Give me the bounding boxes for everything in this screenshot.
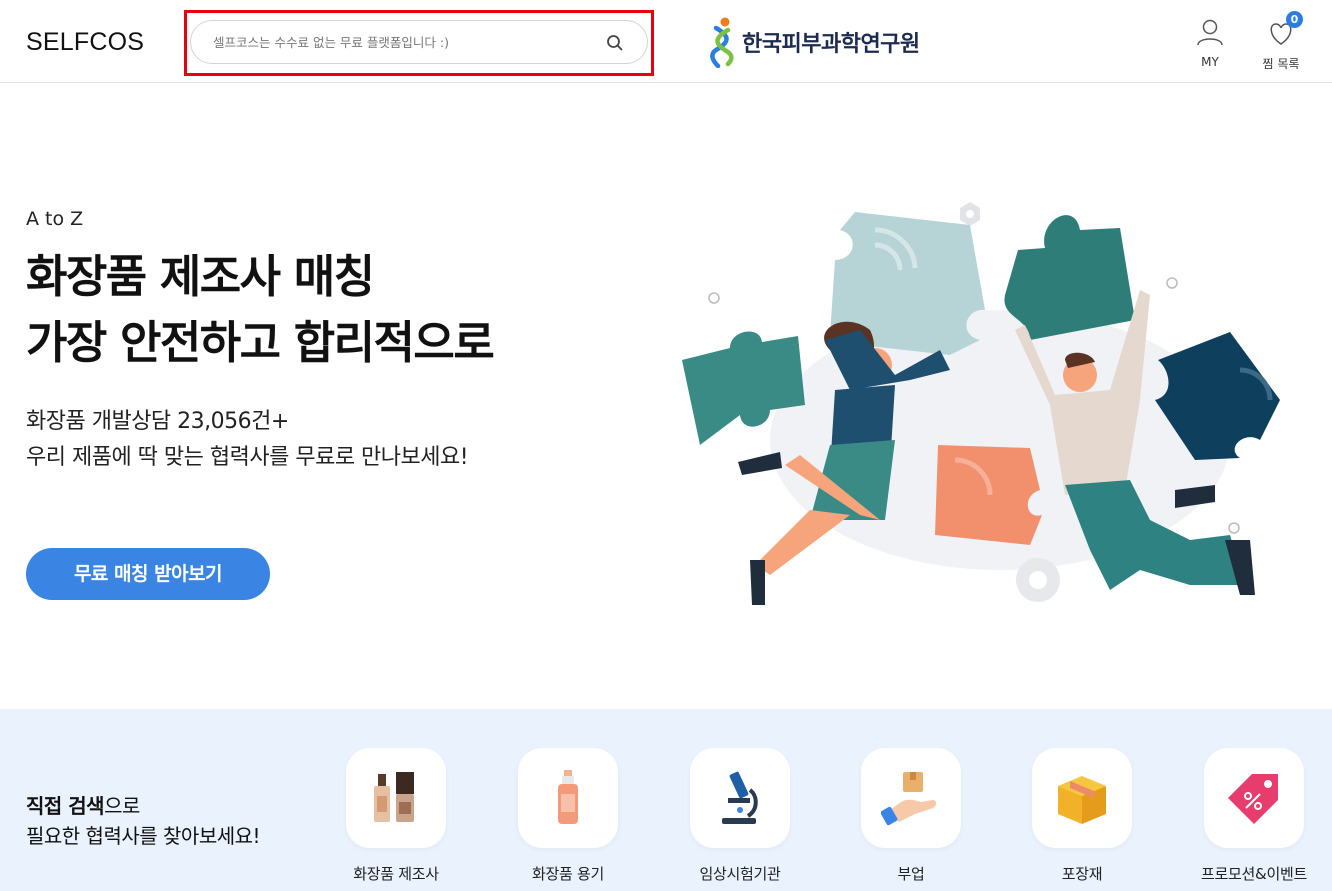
site-logo[interactable]: SELFCOS: [26, 28, 144, 57]
hand-box-icon: [881, 772, 936, 826]
category-label: 부업: [897, 865, 925, 883]
hero-subtext-line2: 우리 제품에 딱 맞는 협력사를 무료로 만나보세요!: [26, 445, 469, 470]
category-section-title: 직접 검색으로 필요한 협력사를 찾아보세요!: [26, 791, 261, 851]
category-card[interactable]: [346, 748, 446, 848]
dna-helix-icon: [710, 17, 734, 68]
category-card[interactable]: [861, 748, 961, 848]
partner-name: 한국피부과학연구원: [742, 32, 920, 57]
hero-eyebrow: A to Z: [26, 208, 84, 230]
category-container[interactable]: 화장품 용기: [508, 748, 628, 888]
pump-bottle-icon: [558, 770, 578, 824]
hero-headline-line1: 화장품 제조사 매칭: [26, 250, 375, 303]
category-card[interactable]: [1204, 748, 1304, 848]
category-card[interactable]: [518, 748, 618, 848]
foundation-bottles-icon: [374, 772, 414, 822]
category-promotion[interactable]: 프로모션&이벤트: [1194, 748, 1314, 888]
microscope-icon: [722, 771, 758, 824]
user-icon: [1197, 19, 1223, 46]
category-label: 프로모션&이벤트: [1201, 865, 1307, 883]
top-header: SELFCOS 한국피부과학연구원 MY 0 찜 목록: [0, 0, 1332, 83]
hero-subtext-line1: 화장품 개발상담 23,056건+: [26, 409, 289, 434]
category-title-rest: 으로: [104, 794, 140, 818]
search-input[interactable]: [213, 32, 593, 52]
category-side-job[interactable]: 부업: [851, 748, 971, 888]
category-card[interactable]: [1032, 748, 1132, 848]
category-manufacturer[interactable]: 화장품 제조사: [336, 748, 456, 888]
category-clinical[interactable]: 임상시험기관: [680, 748, 800, 888]
category-label: 화장품 제조사: [353, 865, 439, 883]
discount-tag-icon: [1228, 774, 1278, 824]
hero-headline-line2: 가장 안전하고 합리적으로: [26, 316, 495, 369]
wishlist-button[interactable]: 0 찜 목록: [1251, 11, 1311, 74]
wishlist-label: 찜 목록: [1262, 57, 1300, 71]
hero-headline: 화장품 제조사 매칭 가장 안전하고 합리적으로: [26, 244, 495, 376]
category-title-line2: 필요한 협력사를 찾아보세요!: [26, 824, 261, 848]
search-bar[interactable]: [190, 20, 648, 64]
free-matching-button[interactable]: 무료 매칭 받아보기: [26, 548, 270, 600]
category-card[interactable]: [690, 748, 790, 848]
partner-logo[interactable]: 한국피부과학연구원: [708, 16, 920, 68]
package-box-icon: [1058, 776, 1106, 824]
my-page-button[interactable]: MY: [1180, 18, 1240, 74]
wishlist-count-badge: 0: [1286, 11, 1303, 28]
category-label: 화장품 용기: [532, 865, 604, 883]
my-label: MY: [1201, 55, 1219, 69]
hero-subtext: 화장품 개발상담 23,056건+ 우리 제품에 딱 맞는 협력사를 무료로 만…: [26, 404, 469, 476]
category-packaging[interactable]: 포장재: [1022, 748, 1142, 888]
category-title-bold: 직접 검색: [26, 794, 105, 818]
category-label: 임상시험기관: [699, 865, 781, 883]
category-label: 포장재: [1061, 865, 1103, 883]
category-section: 직접 검색으로 필요한 협력사를 찾아보세요! 화장품 제조사 화장품 용기 임…: [0, 709, 1332, 891]
puzzle-people-illustration: [682, 202, 1280, 605]
search-icon[interactable]: [603, 31, 627, 55]
